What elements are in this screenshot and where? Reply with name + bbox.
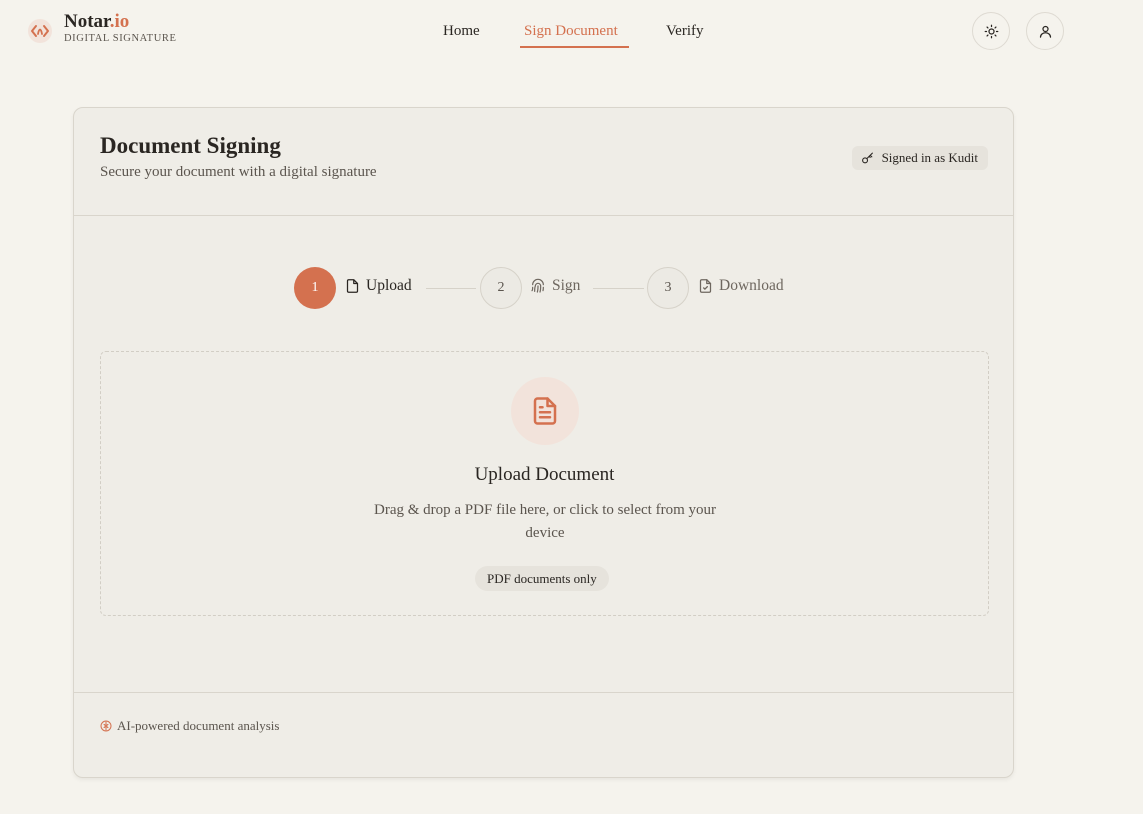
file-text-icon [533,397,557,425]
account-button[interactable] [1026,12,1064,50]
step-sign-label: Sign [552,277,581,294]
header-divider [74,215,1013,216]
brain-icon [100,720,112,732]
footer-divider [74,692,1013,693]
file-icon [346,279,359,293]
step-connector-1 [426,288,476,289]
nav-home[interactable]: Home [443,20,480,42]
key-icon [861,152,873,163]
step-connector-2 [593,288,644,289]
page-subtitle: Secure your document with a digital sign… [100,164,377,180]
step-upload-label: Upload [366,277,412,294]
signed-in-badge: Signed in as Kudit [851,146,988,170]
step-upload: Upload [345,277,412,295]
nav-verify[interactable]: Verify [666,20,704,42]
active-nav-indicator [520,46,629,48]
document-signing-card: Document Signing Secure your document wi… [73,107,1014,778]
fingerprint-icon [531,278,544,293]
upload-dropzone[interactable]: Upload Document Drag & drop a PDF file h… [100,351,989,616]
step-sign: Sign [530,277,580,295]
ai-analysis-label: AI-powered document analysis [117,718,280,733]
page-title: Document Signing [100,133,281,158]
theme-toggle-button[interactable] [972,12,1010,50]
dropzone-title: Upload Document [474,464,615,485]
nav-sign-document[interactable]: Sign Document [524,20,618,42]
file-type-pill: PDF documents only [475,566,609,591]
ai-analysis-note: AI-powered document analysis [100,718,279,734]
signed-in-label: Signed in as Kudit [881,150,978,165]
step-download: Download [698,277,784,295]
dropzone-description: Drag & drop a PDF file here, or click to… [374,502,716,541]
step-download-label: Download [719,277,784,294]
step-1-circle: 1 [294,267,336,309]
step-3-circle: 3 [647,267,689,309]
step-2-circle: 2 [480,267,522,309]
upload-icon-circle [511,377,579,445]
top-header: Notar.io DIGITAL SIGNATURE Home Sign Doc… [0,0,1143,62]
sun-icon [984,24,998,38]
user-icon [1039,25,1051,38]
file-check-icon [699,279,712,293]
